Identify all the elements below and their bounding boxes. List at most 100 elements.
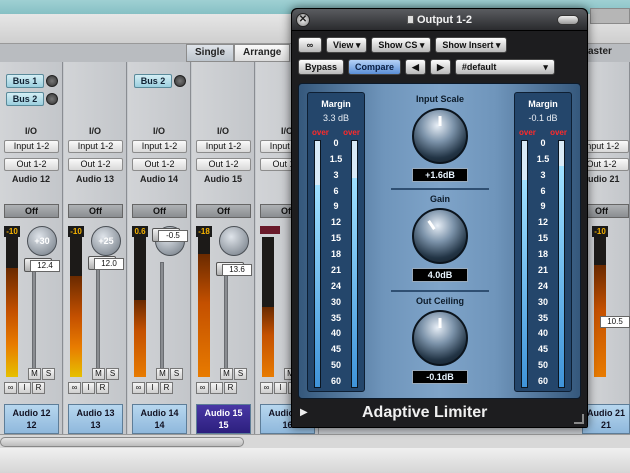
fader-track — [32, 262, 36, 372]
automation-mode[interactable]: Off — [132, 204, 187, 218]
track-name: Audio 15 — [203, 174, 242, 184]
scale-tick: 9 — [540, 201, 546, 212]
input-slot[interactable]: Input 1-2 — [196, 140, 251, 153]
channel-strip: I/O Input 1-2 Out 1-2 Audio 13 Off -10 +25 12.0… — [64, 62, 127, 434]
peak-indicator: -10 — [4, 226, 20, 237]
output-slot[interactable]: Out 1-2 — [68, 158, 123, 171]
solo-button[interactable]: S — [234, 368, 247, 380]
level-meter — [594, 237, 606, 377]
input-slot[interactable]: Input 1-2 — [68, 140, 123, 153]
channel-number: 12 — [26, 420, 37, 430]
input-scale-value[interactable]: +1.6dB — [412, 168, 468, 182]
link-icon[interactable]: ∞ — [4, 382, 17, 394]
channel-name-box[interactable]: Audio 15 15 — [196, 404, 251, 434]
send-level-knob[interactable] — [46, 93, 58, 105]
automation-mode[interactable]: Off — [196, 204, 251, 218]
automation-mode[interactable]: Off — [4, 204, 59, 218]
mute-button[interactable]: M — [28, 368, 41, 380]
mute-button[interactable]: M — [92, 368, 105, 380]
channel-name-box[interactable]: Audio 14 14 — [132, 404, 187, 434]
record-button[interactable]: R — [224, 382, 237, 394]
input-slot[interactable]: Input 1-2 — [132, 140, 187, 153]
out-ceiling-knob[interactable] — [412, 310, 468, 366]
meter-title: Margin — [321, 99, 351, 109]
controls-column: Input Scale +1.6dB Gain 4.0dB Out Ceilin… — [391, 92, 489, 392]
gain-value[interactable]: 4.0dB — [412, 268, 468, 282]
link-icon[interactable]: ∞ — [196, 382, 209, 394]
view-menu-button[interactable]: View ▾ — [326, 37, 368, 53]
record-button[interactable]: R — [32, 382, 45, 394]
input-slot[interactable]: Input 1-2 — [4, 140, 59, 153]
solo-button[interactable]: S — [42, 368, 55, 380]
input-monitor-button[interactable]: I — [18, 382, 31, 394]
fader-value[interactable]: 12.4 — [30, 260, 60, 272]
output-slot[interactable]: Out 1-2 — [132, 158, 187, 171]
gain-knob[interactable] — [412, 208, 468, 264]
scale-tick: 6 — [540, 185, 546, 196]
mute-button[interactable]: M — [156, 368, 169, 380]
send-slot[interactable]: Bus 1 — [6, 74, 44, 88]
fader-value[interactable]: 12.0 — [94, 258, 124, 270]
mute-button[interactable]: M — [220, 368, 233, 380]
scale-tick: 0 — [333, 138, 339, 148]
channel-name: Audio 12 — [12, 408, 51, 418]
send-slot[interactable]: Bus 2 — [6, 92, 44, 106]
fader-value[interactable]: -0.5 — [158, 230, 188, 242]
input-scale-knob[interactable] — [412, 108, 468, 164]
channel-name: Audio 14 — [140, 408, 179, 418]
scale-tick: 3 — [333, 169, 339, 180]
scrollbar-thumb[interactable] — [0, 437, 244, 447]
tab-arrange[interactable]: Arrange — [234, 44, 291, 62]
link-icon[interactable]: ∞ — [260, 382, 273, 394]
output-slot[interactable]: Out 1-2 — [4, 158, 59, 171]
automation-mode[interactable]: Off — [68, 204, 123, 218]
window-resize-handle[interactable] — [590, 8, 630, 24]
input-monitor-button[interactable]: I — [146, 382, 159, 394]
input-monitor-button[interactable]: I — [82, 382, 95, 394]
out-ceiling-value[interactable]: -0.1dB — [412, 370, 468, 384]
solo-button[interactable]: S — [170, 368, 183, 380]
meter-scale: 0 1.5 3 6 9 12 15 18 21 24 30 35 40 45 50 60 — [515, 138, 571, 388]
over-indicator-right: over — [550, 128, 567, 137]
prev-preset-button[interactable]: ◀ — [405, 59, 426, 75]
bypass-button[interactable]: Bypass — [298, 59, 345, 75]
output-slot[interactable]: Out 1-2 — [196, 158, 251, 171]
channel-name: Audio 21 — [586, 408, 625, 418]
send-level-knob[interactable] — [46, 75, 58, 87]
input-monitor-button[interactable]: I — [210, 382, 223, 394]
plugin-titlebar[interactable]: ✕ Output 1-2 — [292, 9, 587, 31]
resize-grip-icon[interactable] — [574, 414, 584, 424]
tab-single[interactable]: Single — [186, 44, 235, 62]
send-slot[interactable]: Bus 2 — [134, 74, 172, 88]
link-icon[interactable]: ∞ — [132, 382, 145, 394]
preset-menu[interactable]: #default ▾ — [454, 59, 555, 75]
link-icon[interactable]: ∞ — [68, 382, 81, 394]
level-meter — [198, 237, 210, 377]
compare-button[interactable]: Compare — [348, 59, 402, 75]
record-button[interactable]: R — [160, 382, 173, 394]
channel-strip: Input 1-2 Out 1-2 Audio 21 Off -10 10.5 Audio … — [574, 62, 630, 434]
send-level-knob[interactable] — [174, 75, 186, 87]
solo-button[interactable]: S — [106, 368, 119, 380]
fader-value[interactable]: 10.5 — [600, 316, 630, 328]
horizontal-scrollbar[interactable] — [0, 434, 630, 448]
plugin-name: Adaptive Limiter — [362, 404, 488, 421]
zoom-button[interactable] — [557, 15, 579, 25]
show-cs-button[interactable]: Show CS ▾ — [371, 37, 432, 53]
next-preset-button[interactable]: ▶ — [429, 59, 451, 75]
fader-value[interactable]: 13.6 — [222, 264, 252, 276]
record-button[interactable]: R — [96, 382, 109, 394]
pan-knob[interactable]: +25 — [91, 226, 121, 256]
chevron-down-icon: ▾ — [543, 62, 548, 72]
link-icon[interactable]: ∞ — [298, 37, 322, 53]
show-insert-button[interactable]: Show Insert ▾ — [435, 37, 508, 53]
pan-knob[interactable] — [219, 226, 249, 256]
level-meter — [6, 237, 18, 377]
channel-name-box[interactable]: Audio 21 21 — [582, 404, 630, 434]
meter-fill — [134, 300, 146, 377]
channel-name-box[interactable]: Audio 12 12 — [4, 404, 59, 434]
input-monitor-button[interactable]: I — [274, 382, 287, 394]
pan-knob[interactable]: +30 — [27, 226, 57, 256]
play-icon[interactable]: ▶ — [300, 407, 308, 418]
channel-name-box[interactable]: Audio 13 13 — [68, 404, 123, 434]
